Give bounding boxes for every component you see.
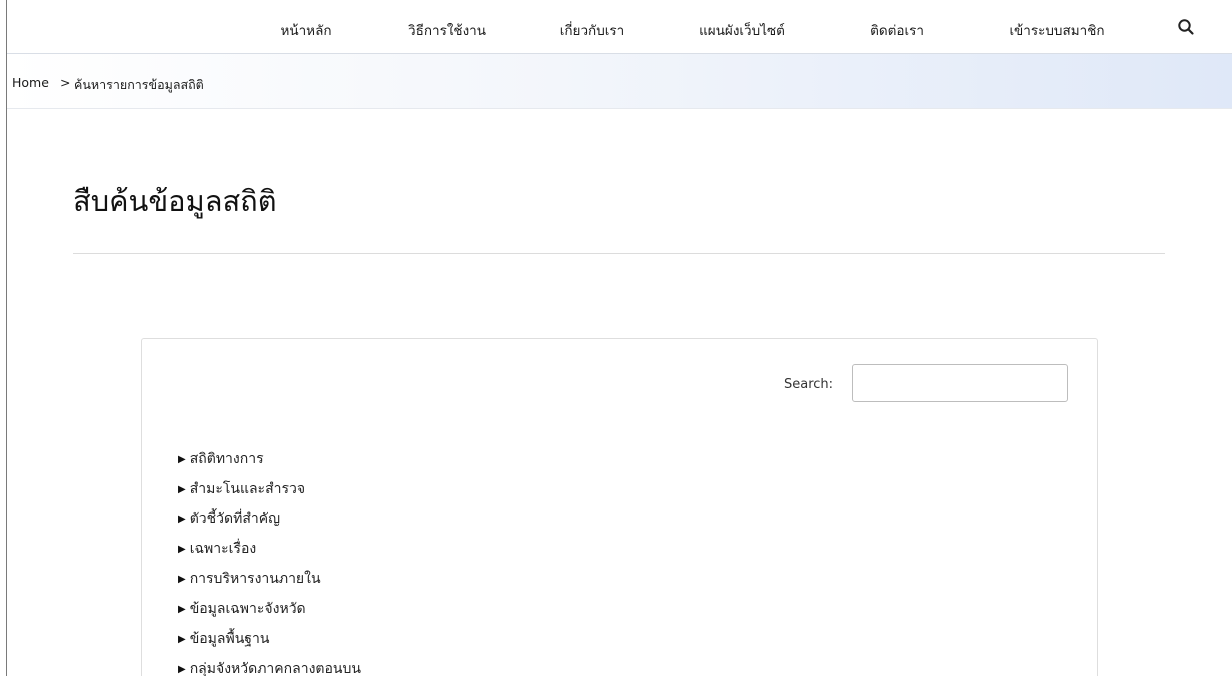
tree-item[interactable]: ▶ สำมะโนและสำรวจ <box>178 477 361 507</box>
top-navigation: หน้าหลัก วิธีการใช้งาน เกี่ยวกับเรา แผนผ… <box>7 0 1232 54</box>
caret-right-icon: ▶ <box>178 514 186 525</box>
tree-item-label: เฉพาะเรื่อง <box>189 541 257 557</box>
search-label: Search: <box>784 377 834 392</box>
tree-item-label: ตัวชี้วัดที่สำคัญ <box>189 511 281 527</box>
caret-right-icon: ▶ <box>178 484 186 495</box>
caret-right-icon: ▶ <box>178 634 186 645</box>
nav-item-login[interactable]: เข้าระบบสมาชิก <box>1009 19 1104 41</box>
tree-item[interactable]: ▶ การบริหารงานภายใน <box>178 567 361 597</box>
tree-item-label: สำมะโนและสำรวจ <box>189 481 306 497</box>
search-input[interactable] <box>852 364 1068 402</box>
nav-item-howto[interactable]: วิธีการใช้งาน <box>408 19 486 41</box>
search-icon[interactable] <box>1176 17 1196 37</box>
tree-item-label: กลุ่มจังหวัดภาคกลางตอนบน <box>189 661 361 676</box>
breadcrumb-home-link[interactable]: Home <box>12 75 49 90</box>
tree-item[interactable]: ▶ สถิติทางการ <box>178 447 361 477</box>
title-divider <box>73 253 1165 254</box>
breadcrumb-current: ค้นหารายการข้อมูลสถิติ <box>74 77 204 92</box>
page-frame: หน้าหลัก วิธีการใช้งาน เกี่ยวกับเรา แผนผ… <box>6 0 1232 676</box>
caret-right-icon: ▶ <box>178 604 186 615</box>
tree-item[interactable]: ▶ ข้อมูลพื้นฐาน <box>178 627 361 657</box>
caret-right-icon: ▶ <box>178 574 186 585</box>
tree-item[interactable]: ▶ ข้อมูลเฉพาะจังหวัด <box>178 597 361 627</box>
caret-right-icon: ▶ <box>178 544 186 555</box>
tree-item[interactable]: ▶ ตัวชี้วัดที่สำคัญ <box>178 507 361 537</box>
search-card: Search: ▶ สถิติทางการ ▶ สำมะโนและสำรวจ ▶ ตั… <box>141 338 1098 676</box>
breadcrumb: Home > ค้นหารายการข้อมูลสถิติ <box>7 54 1232 109</box>
caret-right-icon: ▶ <box>178 664 186 675</box>
nav-item-contact[interactable]: ติดต่อเรา <box>870 19 924 41</box>
tree-item[interactable]: ▶ กลุ่มจังหวัดภาคกลางตอนบน <box>178 657 361 676</box>
nav-item-about[interactable]: เกี่ยวกับเรา <box>560 19 624 41</box>
caret-right-icon: ▶ <box>178 454 186 465</box>
nav-item-home[interactable]: หน้าหลัก <box>280 19 331 41</box>
page-title: สืบค้นข้อมูลสถิติ <box>73 184 277 218</box>
category-tree: ▶ สถิติทางการ ▶ สำมะโนและสำรวจ ▶ ตัวชี้วัดท… <box>178 447 361 676</box>
tree-item-label: ข้อมูลเฉพาะจังหวัด <box>189 601 306 617</box>
tree-item[interactable]: ▶ เฉพาะเรื่อง <box>178 537 361 567</box>
breadcrumb-separator: > <box>60 75 71 90</box>
tree-item-label: การบริหารงานภายใน <box>189 571 321 587</box>
nav-item-sitemap[interactable]: แผนผังเว็บไซต์ <box>699 19 785 41</box>
tree-item-label: สถิติทางการ <box>189 451 264 467</box>
tree-item-label: ข้อมูลพื้นฐาน <box>189 631 270 647</box>
